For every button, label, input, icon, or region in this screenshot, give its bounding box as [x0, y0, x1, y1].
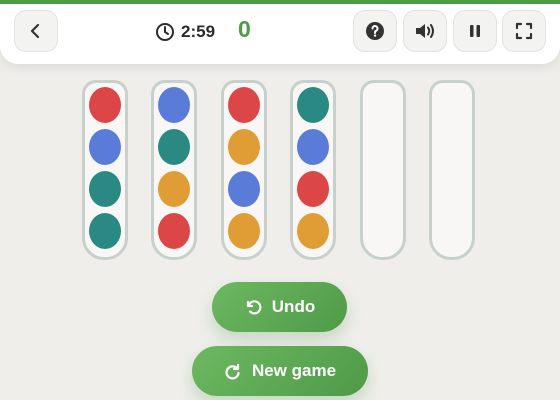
- tube[interactable]: [221, 80, 267, 260]
- help-icon: [366, 22, 384, 40]
- tube[interactable]: [290, 80, 336, 260]
- teal-ball: [89, 171, 121, 207]
- orange-ball: [297, 213, 329, 249]
- red-ball: [228, 87, 260, 123]
- fullscreen-button[interactable]: [502, 10, 546, 52]
- teal-ball: [158, 129, 190, 165]
- undo-button[interactable]: Undo: [212, 282, 347, 332]
- pause-button[interactable]: [453, 10, 497, 52]
- new-game-button[interactable]: New game: [192, 346, 368, 396]
- undo-icon: [246, 300, 262, 315]
- timer-progress-track: [0, 0, 560, 4]
- orange-ball: [158, 171, 190, 207]
- new-game-label: New game: [251, 361, 337, 380]
- orange-ball: [228, 129, 260, 165]
- score-value: 0: [238, 16, 251, 42]
- top-bar: 2:59 0: [0, 0, 560, 64]
- blue-ball: [89, 129, 121, 165]
- sound-icon: [416, 24, 434, 38]
- timer-value: 2:59: [181, 22, 216, 41]
- red-ball: [297, 171, 329, 207]
- orange-ball: [228, 213, 260, 249]
- tube[interactable]: [151, 80, 197, 260]
- empty-tube[interactable]: [429, 80, 475, 260]
- tube[interactable]: [82, 80, 128, 260]
- clock-icon: [156, 23, 174, 41]
- undo-label: Undo: [271, 297, 316, 316]
- back-button[interactable]: [14, 10, 58, 52]
- teal-ball: [297, 87, 329, 123]
- blue-ball: [228, 171, 260, 207]
- restart-icon: [225, 363, 240, 380]
- help-button[interactable]: [353, 10, 397, 52]
- timer: 2:59: [155, 20, 215, 44]
- fullscreen-icon: [515, 22, 533, 40]
- blue-ball: [297, 129, 329, 165]
- teal-ball: [89, 213, 121, 249]
- pause-icon: [470, 25, 480, 37]
- blue-ball: [158, 87, 190, 123]
- red-ball: [89, 87, 121, 123]
- back-icon: [30, 23, 40, 39]
- timer-progress-fill: [0, 0, 560, 4]
- red-ball: [158, 213, 190, 249]
- sound-button[interactable]: [403, 10, 447, 52]
- empty-tube[interactable]: [360, 80, 406, 260]
